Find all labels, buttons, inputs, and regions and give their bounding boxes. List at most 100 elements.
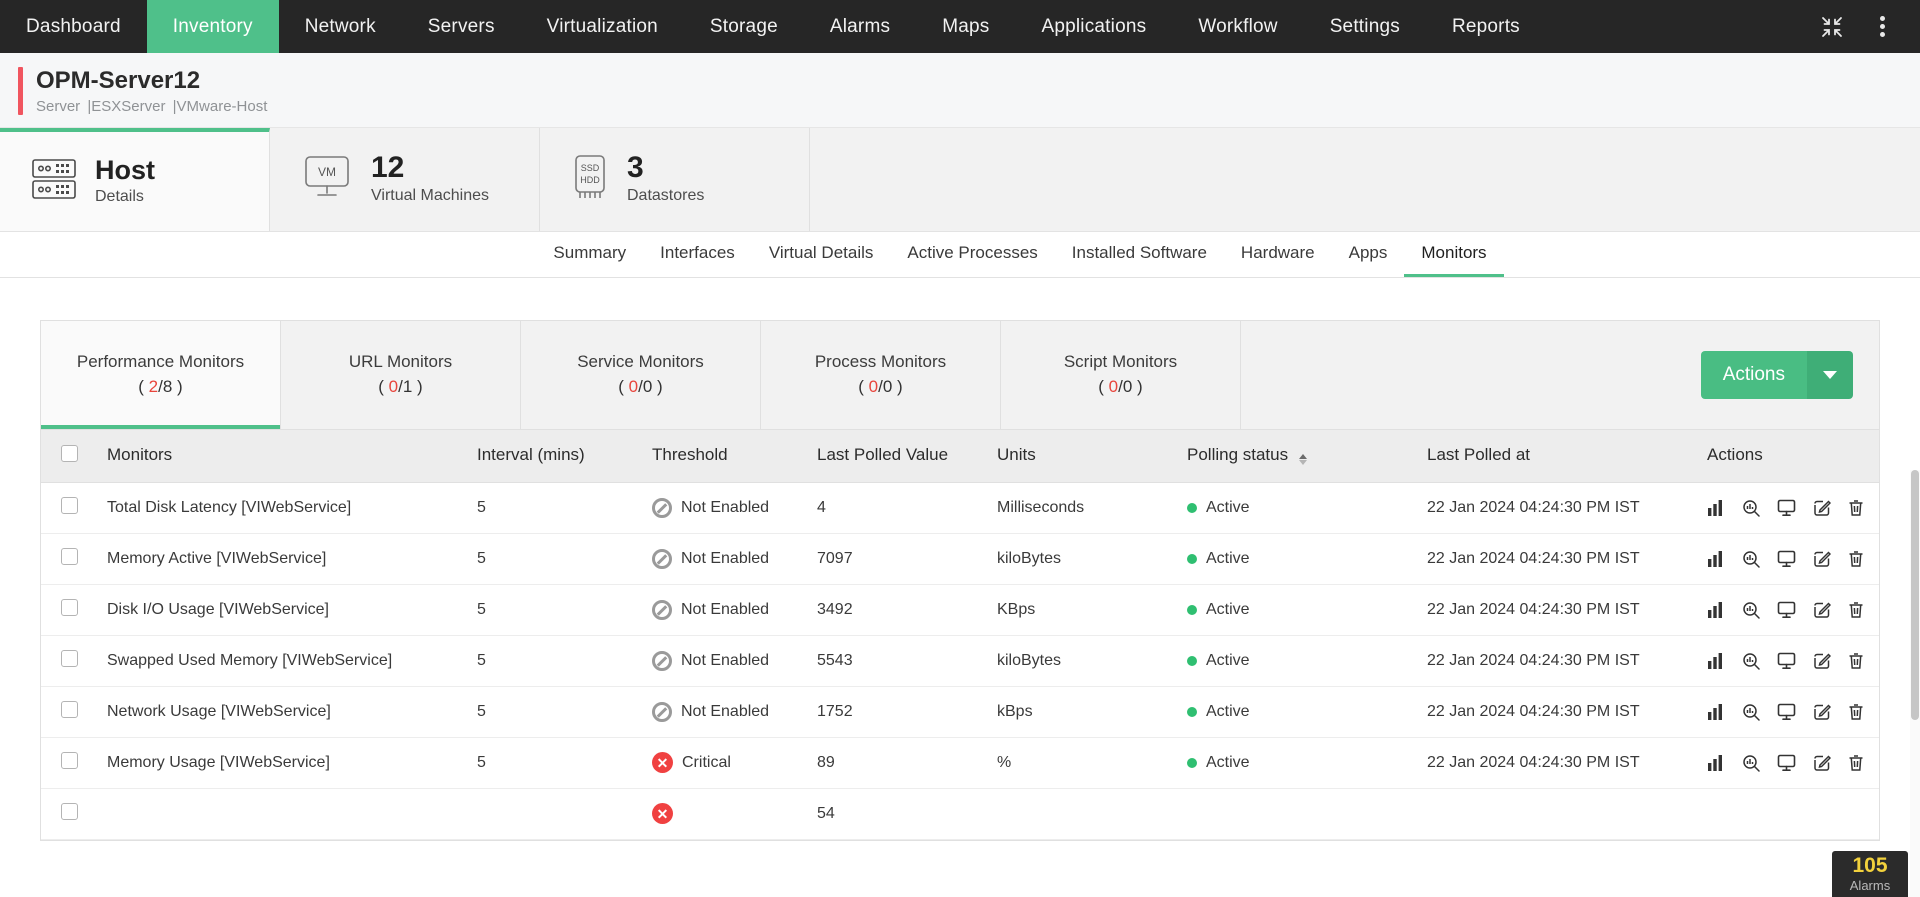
monitor-tab-script[interactable]: Script Monitors ( 0/0 ) (1001, 321, 1241, 429)
column-header-last-polled-value[interactable]: Last Polled Value (807, 429, 987, 482)
vm-monitor-icon: VM (300, 154, 354, 205)
row-checkbox[interactable] (61, 548, 78, 565)
screen-icon[interactable] (1777, 601, 1796, 619)
sort-arrows-icon[interactable] (1299, 454, 1307, 465)
column-header-interval[interactable]: Interval (mins) (467, 429, 642, 482)
zoom-chart-icon[interactable] (1742, 601, 1760, 619)
nav-item-applications[interactable]: Applications (1015, 0, 1172, 53)
table-row[interactable]: Memory Active [VIWebService] 5 Not Enabl… (41, 533, 1879, 584)
edit-icon[interactable] (1813, 652, 1831, 670)
row-checkbox[interactable] (61, 752, 78, 769)
table-row[interactable]: Network Usage [VIWebService] 5 Not Enabl… (41, 686, 1879, 737)
edit-icon[interactable] (1813, 754, 1831, 772)
bar-chart-icon[interactable] (1707, 754, 1725, 772)
monitor-tab-service[interactable]: Service Monitors ( 0/0 ) (521, 321, 761, 429)
screen-icon[interactable] (1777, 499, 1796, 517)
monitor-tab-process[interactable]: Process Monitors ( 0/0 ) (761, 321, 1001, 429)
row-select-cell (41, 584, 97, 635)
cell-last-polled-at: 22 Jan 2024 04:24:30 PM IST (1417, 584, 1697, 635)
table-row[interactable]: Total Disk Latency [VIWebService] 5 Not … (41, 482, 1879, 533)
actions-dropdown-toggle[interactable] (1807, 351, 1853, 399)
tab-monitors[interactable]: Monitors (1404, 232, 1503, 277)
nav-item-virtualization[interactable]: Virtualization (521, 0, 684, 53)
bar-chart-icon[interactable] (1707, 652, 1725, 670)
screen-icon[interactable] (1777, 754, 1796, 772)
nav-label: Workflow (1198, 16, 1277, 38)
entity-card-virtual-machines[interactable]: VM 12 Virtual Machines (270, 128, 540, 231)
alarms-label: Alarms (1850, 878, 1890, 893)
scrollbar-thumb[interactable] (1911, 470, 1919, 720)
monitor-tab-performance[interactable]: Performance Monitors ( 2/8 ) (41, 321, 281, 429)
delete-icon[interactable] (1848, 754, 1864, 772)
screen-icon[interactable] (1777, 550, 1796, 568)
tab-installed-software[interactable]: Installed Software (1055, 232, 1224, 277)
column-header-last-polled-at[interactable]: Last Polled at (1417, 429, 1697, 482)
table-row[interactable]: Disk I/O Usage [VIWebService] 5 Not Enab… (41, 584, 1879, 635)
table-header: Monitors Interval (mins) Threshold Last … (41, 429, 1879, 482)
zoom-chart-icon[interactable] (1742, 499, 1760, 517)
cell-interval: 5 (467, 584, 642, 635)
nav-item-storage[interactable]: Storage (684, 0, 804, 53)
table-row[interactable]: Memory Usage [VIWebService] 5 ✕Critical … (41, 737, 1879, 788)
select-all-checkbox[interactable] (61, 445, 78, 462)
vertical-scrollbar[interactable] (1910, 470, 1920, 897)
row-checkbox[interactable] (61, 650, 78, 667)
row-checkbox[interactable] (61, 599, 78, 616)
bar-chart-icon[interactable] (1707, 601, 1725, 619)
delete-icon[interactable] (1848, 601, 1864, 619)
cell-actions (1697, 737, 1879, 788)
nav-item-settings[interactable]: Settings (1304, 0, 1426, 53)
delete-icon[interactable] (1848, 703, 1864, 721)
column-header-threshold[interactable]: Threshold (642, 429, 807, 482)
nav-item-network[interactable]: Network (279, 0, 402, 53)
row-checkbox[interactable] (61, 803, 78, 820)
screen-icon[interactable] (1777, 703, 1796, 721)
zoom-chart-icon[interactable] (1742, 652, 1760, 670)
bar-chart-icon[interactable] (1707, 499, 1725, 517)
tab-summary[interactable]: Summary (536, 232, 643, 277)
edit-icon[interactable] (1813, 550, 1831, 568)
entity-card-datastores[interactable]: SSD HDD 3 Datastores (540, 128, 810, 231)
row-checkbox[interactable] (61, 701, 78, 718)
nav-item-maps[interactable]: Maps (916, 0, 1015, 53)
actions-button[interactable]: Actions (1701, 351, 1807, 399)
kebab-menu-icon[interactable] (1860, 0, 1904, 53)
bar-chart-icon[interactable] (1707, 550, 1725, 568)
bar-chart-icon[interactable] (1707, 703, 1725, 721)
zoom-chart-icon[interactable] (1742, 550, 1760, 568)
edit-icon[interactable] (1813, 703, 1831, 721)
collapse-arrows-icon[interactable] (1810, 0, 1854, 53)
monitor-tab-count-total: 0 (1123, 377, 1132, 396)
alarms-badge[interactable]: 105 Alarms (1832, 851, 1908, 897)
zoom-chart-icon[interactable] (1742, 703, 1760, 721)
cell-polling-status: Active (1177, 533, 1417, 584)
tab-virtual-details[interactable]: Virtual Details (752, 232, 891, 277)
zoom-chart-icon[interactable] (1742, 754, 1760, 772)
column-header-monitors[interactable]: Monitors (97, 429, 467, 482)
edit-icon[interactable] (1813, 499, 1831, 517)
tab-apps[interactable]: Apps (1332, 232, 1405, 277)
table-row[interactable]: ✕ 54 (41, 788, 1879, 839)
tab-hardware[interactable]: Hardware (1224, 232, 1332, 277)
row-checkbox[interactable] (61, 497, 78, 514)
nav-item-dashboard[interactable]: Dashboard (0, 0, 147, 53)
delete-icon[interactable] (1848, 550, 1864, 568)
screen-icon[interactable] (1777, 652, 1796, 670)
nav-item-reports[interactable]: Reports (1426, 0, 1546, 53)
column-header-polling-status[interactable]: Polling status (1177, 429, 1417, 482)
entity-card-host[interactable]: Host Details (0, 128, 270, 231)
delete-icon[interactable] (1848, 652, 1864, 670)
nav-item-workflow[interactable]: Workflow (1172, 0, 1303, 53)
nav-item-inventory[interactable]: Inventory (147, 0, 279, 53)
delete-icon[interactable] (1848, 499, 1864, 517)
tab-active-processes[interactable]: Active Processes (890, 232, 1054, 277)
edit-icon[interactable] (1813, 601, 1831, 619)
cell-threshold: Not Enabled (642, 584, 807, 635)
actions-button-group[interactable]: Actions (1701, 351, 1853, 399)
table-row[interactable]: Swapped Used Memory [VIWebService] 5 Not… (41, 635, 1879, 686)
monitor-tab-url[interactable]: URL Monitors ( 0/1 ) (281, 321, 521, 429)
column-header-units[interactable]: Units (987, 429, 1177, 482)
nav-item-servers[interactable]: Servers (402, 0, 521, 53)
nav-item-alarms[interactable]: Alarms (804, 0, 916, 53)
tab-interfaces[interactable]: Interfaces (643, 232, 752, 277)
